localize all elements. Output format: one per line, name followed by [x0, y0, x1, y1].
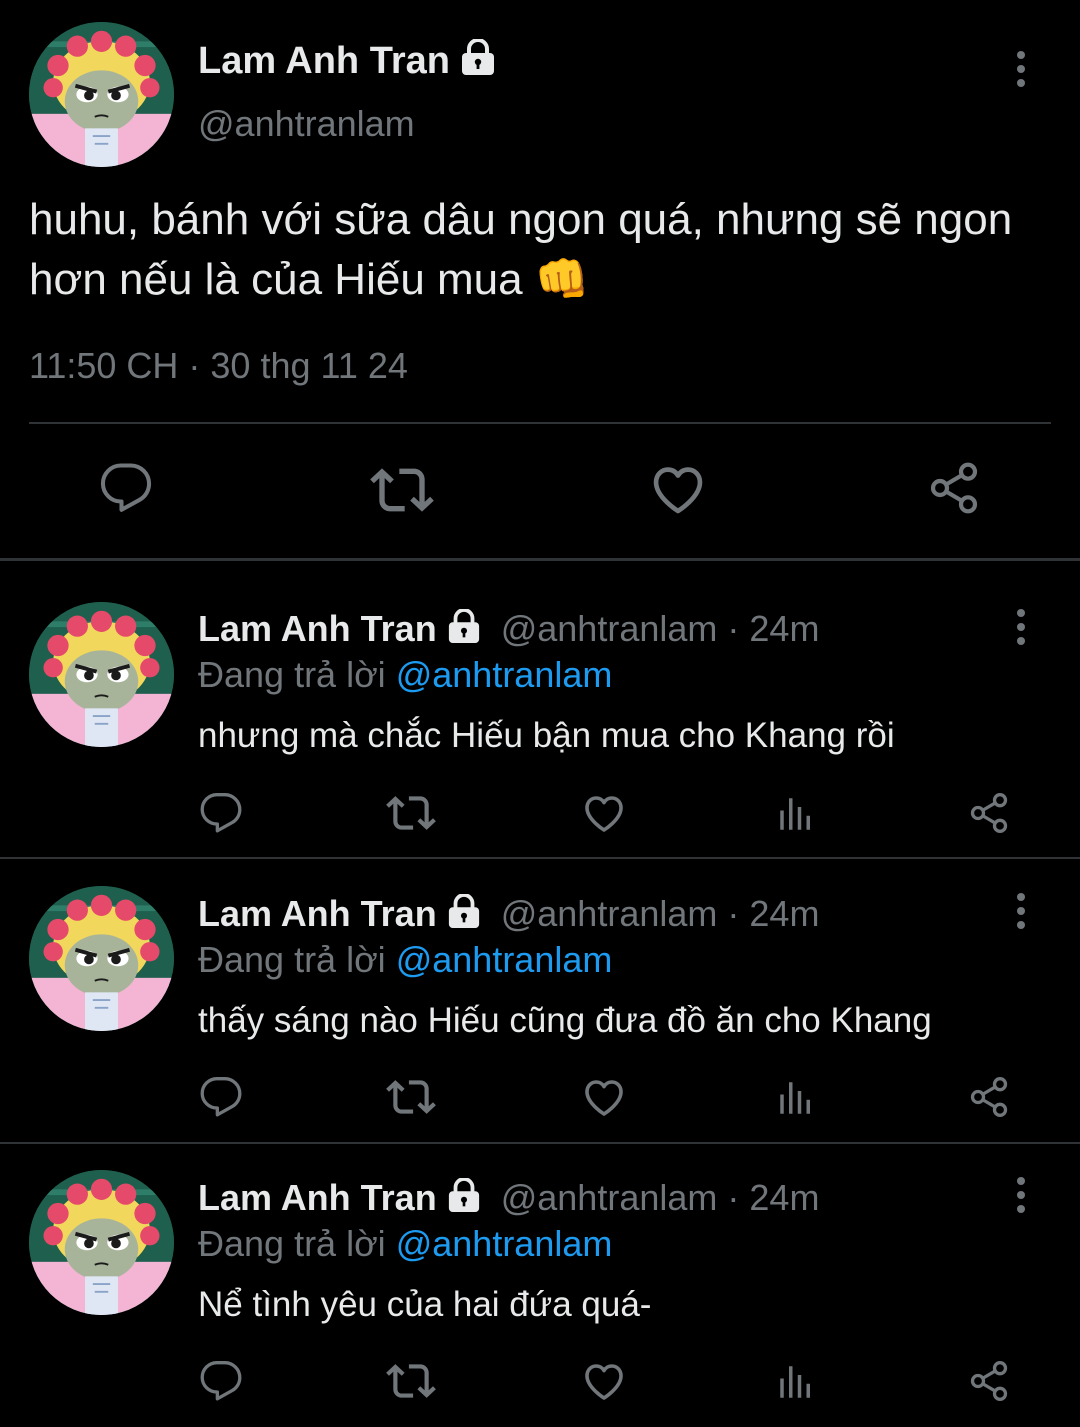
tweet-timestamp[interactable]: 11:50 CH · 30 thg 11 24	[29, 345, 408, 387]
more-vertical-icon[interactable]	[1001, 602, 1041, 652]
separator-dot: ·	[727, 1177, 740, 1218]
like-button[interactable]	[580, 1075, 628, 1123]
retweet-button[interactable]	[386, 790, 436, 840]
reply-button[interactable]	[96, 460, 156, 520]
views-icon	[775, 1077, 817, 1124]
replying-to-handle[interactable]: @anhtranlam	[396, 654, 613, 695]
share-button[interactable]	[966, 1360, 1012, 1406]
share-icon	[967, 1075, 1011, 1124]
reply-icon	[199, 1359, 243, 1408]
heart-icon	[647, 458, 709, 525]
views-button[interactable]	[774, 1362, 818, 1406]
reply-button[interactable]	[198, 792, 244, 838]
lock-icon	[445, 1177, 483, 1223]
divider	[29, 422, 1051, 424]
replying-to: Đang trả lời @anhtranlam	[198, 652, 612, 698]
tweet-time[interactable]: 24m	[749, 608, 819, 649]
author-name-text: Lam Anh Tran	[198, 608, 437, 649]
retweet-button[interactable]	[386, 1074, 436, 1124]
tweet-text: huhu, bánh với sữa dâu ngon quá, nhưng s…	[29, 190, 1049, 310]
replying-to-handle[interactable]: @anhtranlam	[396, 1223, 613, 1264]
tweet-time[interactable]: 24m	[749, 893, 819, 934]
like-button[interactable]	[647, 460, 709, 522]
avatar[interactable]	[29, 602, 174, 747]
tweet-text-content: huhu, bánh với sữa dâu ngon quá, nhưng s…	[29, 195, 1013, 304]
share-icon	[926, 460, 982, 521]
replying-prefix: Đang trả lời	[198, 939, 386, 980]
author-name-text: Lam Anh Tran	[198, 1177, 437, 1218]
retweet-icon	[370, 458, 434, 527]
author-handle: @anhtranlam	[500, 608, 718, 649]
share-button[interactable]	[966, 792, 1012, 838]
section-divider	[0, 1142, 1080, 1144]
replying-to: Đang trả lời @anhtranlam	[198, 1221, 612, 1267]
author-name-text: Lam Anh Tran	[198, 40, 450, 82]
reply-button[interactable]	[198, 1360, 244, 1406]
author-name[interactable]: Lam Anh Tran @anhtranlam · 24m	[198, 1175, 819, 1223]
more-vertical-icon[interactable]	[1001, 886, 1041, 936]
views-button[interactable]	[774, 1078, 818, 1122]
replying-to-handle[interactable]: @anhtranlam	[396, 939, 613, 980]
share-icon	[967, 791, 1011, 840]
views-button[interactable]	[774, 794, 818, 838]
author-name-text: Lam Anh Tran	[198, 893, 437, 934]
lock-icon	[445, 608, 483, 654]
section-divider	[0, 558, 1080, 561]
author-name[interactable]: Lam Anh Tran @anhtranlam · 24m	[198, 606, 819, 654]
replying-prefix: Đang trả lời	[198, 654, 386, 695]
retweet-button[interactable]	[370, 460, 434, 524]
share-button[interactable]	[966, 1076, 1012, 1122]
like-button[interactable]	[580, 791, 628, 839]
more-vertical-icon[interactable]	[1001, 1170, 1041, 1220]
reply-icon	[99, 461, 153, 520]
retweet-icon	[386, 1356, 436, 1411]
author-handle[interactable]: @anhtranlam	[198, 102, 415, 146]
author-name[interactable]: Lam Anh Tran @anhtranlam · 24m	[198, 891, 819, 939]
separator-dot: ·	[727, 893, 740, 934]
avatar[interactable]	[29, 1170, 174, 1315]
views-icon	[775, 793, 817, 840]
replying-to: Đang trả lời @anhtranlam	[198, 937, 612, 983]
avatar[interactable]	[29, 22, 174, 167]
views-icon	[775, 1361, 817, 1408]
retweet-button[interactable]	[386, 1358, 436, 1408]
tweet-text: nhưng mà chắc Hiếu bận mua cho Khang rồi	[198, 716, 895, 755]
author-handle: @anhtranlam	[500, 1177, 718, 1218]
heart-icon	[580, 789, 628, 842]
tweet-text: thấy sáng nào Hiếu cũng đưa đồ ăn cho Kh…	[198, 1001, 932, 1040]
heart-icon	[580, 1357, 628, 1410]
tweet-time[interactable]: 24m	[749, 1177, 819, 1218]
like-button[interactable]	[580, 1359, 628, 1407]
reply-icon	[199, 791, 243, 840]
tweet-text: Nể tình yêu của hai đứa quá-	[198, 1285, 652, 1324]
section-divider	[0, 857, 1080, 859]
separator-dot: ·	[727, 608, 740, 649]
lock-icon	[445, 893, 483, 939]
fist-emoji: 👊	[534, 255, 590, 304]
lock-icon	[458, 39, 498, 86]
replying-prefix: Đang trả lời	[198, 1223, 386, 1264]
heart-icon	[580, 1073, 628, 1126]
author-handle: @anhtranlam	[500, 893, 718, 934]
reply-icon	[199, 1075, 243, 1124]
avatar[interactable]	[29, 886, 174, 1031]
retweet-icon	[386, 788, 436, 843]
share-button[interactable]	[924, 460, 984, 520]
share-icon	[967, 1359, 1011, 1408]
author-name[interactable]: Lam Anh Tran	[198, 38, 498, 86]
retweet-icon	[386, 1072, 436, 1127]
reply-button[interactable]	[198, 1076, 244, 1122]
more-vertical-icon[interactable]	[1001, 44, 1041, 94]
